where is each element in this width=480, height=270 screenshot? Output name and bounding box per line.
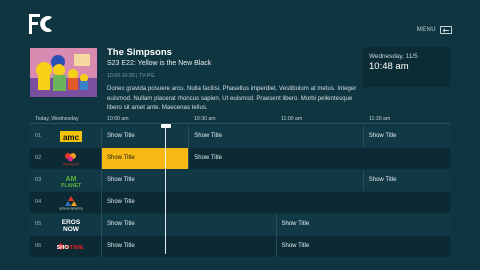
program-cell[interactable]: Show Title xyxy=(101,192,450,213)
time-bar: Today, Wednesday 10:00 am 10:30 am 11:00… xyxy=(30,113,450,125)
activity-tv-logo: ActivityTV xyxy=(57,151,85,167)
svg-text:ActivityTV: ActivityTV xyxy=(63,163,80,167)
channel-row: 01 amc Show Title Show Title Show Title xyxy=(30,126,450,147)
program-title: Show Title xyxy=(368,133,397,139)
program-title: Show Title xyxy=(281,243,310,249)
program-cell[interactable]: Show Title xyxy=(362,126,450,147)
svg-text:NOW: NOW xyxy=(63,226,80,232)
antena-america-logo: antena america xyxy=(57,195,85,211)
animal-planet-logo: AM PLANET xyxy=(57,173,85,189)
show-description: Donec gravida posuere arcu. Nulla facili… xyxy=(107,85,357,111)
program-cell[interactable]: Show Title xyxy=(101,170,363,191)
program-title: Show Title xyxy=(107,243,135,249)
channel-cell[interactable]: 06 WTIME SHO xyxy=(30,236,101,257)
program-cell[interactable]: Show Title xyxy=(188,126,363,147)
episode-title: S23 E22: Yellow is the New Black xyxy=(107,60,212,67)
program-title: Show Title xyxy=(107,221,135,227)
program-cell[interactable]: Show Title xyxy=(101,214,276,235)
svg-text:PLANET: PLANET xyxy=(61,183,81,188)
channel-row: 04 antena america Show Title xyxy=(30,192,450,213)
program-cell[interactable]: Show Title xyxy=(188,148,450,169)
menu-label: MENU xyxy=(416,27,436,33)
showtime-logo: WTIME SHO xyxy=(56,239,85,254)
program-cell[interactable]: Show Title xyxy=(362,170,450,191)
channel-cell[interactable]: 01 amc xyxy=(30,126,101,147)
current-date: Wednesday, 11/5 xyxy=(369,53,418,60)
current-time: 10:48 am xyxy=(369,61,409,72)
app-logo xyxy=(28,13,54,35)
channel-number: 05 xyxy=(35,221,42,227)
now-indicator-line xyxy=(165,128,166,254)
svg-text:AM: AM xyxy=(66,176,77,183)
time-slot-label: 10:30 am xyxy=(194,116,216,122)
time-slot-label: 11:00 am xyxy=(281,116,303,122)
channel-cell[interactable]: 02 ActivityTV xyxy=(30,148,101,169)
program-title: Show Title xyxy=(194,155,222,161)
channel-cell[interactable]: 04 antena america xyxy=(30,192,101,213)
program-cell[interactable]: Show Title xyxy=(101,236,276,257)
program-title: Show Title xyxy=(107,199,135,205)
amc-logo: amc xyxy=(57,129,85,144)
time-slot-label: 11:30 am xyxy=(369,116,391,122)
menu-button[interactable]: MENU xyxy=(417,26,452,34)
svg-text:SHO: SHO xyxy=(57,245,69,251)
channel-row: 03 AM PLANET Show Title Show Title xyxy=(30,170,450,191)
channel-number: 06 xyxy=(35,243,42,249)
program-cell-selected[interactable]: Show Title xyxy=(101,148,189,169)
time-bar-divider xyxy=(30,123,450,124)
guide-grid: 01 amc Show Title Show Title Show Title 02 Act… xyxy=(30,126,450,258)
back-arrow-icon xyxy=(440,26,452,34)
today-label: Today, Wednesday xyxy=(35,116,79,122)
program-title: Show Title xyxy=(194,133,222,139)
program-title: Show Title xyxy=(368,177,397,183)
channel-number: 04 xyxy=(35,199,42,205)
channel-cell[interactable]: 05 EROS NOW xyxy=(30,214,101,235)
eros-now-logo: EROS NOW xyxy=(57,217,85,233)
svg-text:EROS: EROS xyxy=(62,219,81,226)
program-title: Show Title xyxy=(107,155,135,161)
fc-logo-icon xyxy=(29,14,52,34)
time-slot-label: 10:00 am xyxy=(107,116,129,122)
channel-number: 01 xyxy=(35,133,42,139)
airing-meta: 10:00-10:30 | TV-PG xyxy=(107,73,155,79)
svg-text:antena america: antena america xyxy=(59,207,82,211)
channel-cell[interactable]: 03 AM PLANET xyxy=(30,170,101,191)
clock-panel: Wednesday, 11/5 10:48 am xyxy=(363,47,450,87)
program-title: Show Title xyxy=(107,133,135,139)
channel-row: 06 WTIME SHO Show Title Show Title xyxy=(30,236,450,257)
channel-number: 02 xyxy=(35,155,42,161)
now-indicator-badge xyxy=(161,124,171,128)
program-cell[interactable]: Show Title xyxy=(275,214,451,235)
svg-text:amc: amc xyxy=(63,133,80,142)
channel-row: 05 EROS NOW Show Title Show Title xyxy=(30,214,450,235)
program-cell[interactable]: Show Title xyxy=(275,236,451,257)
channel-number: 03 xyxy=(35,177,42,183)
show-thumbnail xyxy=(30,48,97,97)
program-cell[interactable]: Show Title xyxy=(101,126,188,147)
channel-row: 02 ActivityTV Show Title Show Title xyxy=(30,148,450,169)
program-title: Show Title xyxy=(107,177,135,183)
featured-info: The Simpsons S23 E22: Yellow is the New … xyxy=(107,47,362,113)
program-title: Show Title xyxy=(281,221,310,227)
show-title: The Simpsons xyxy=(107,47,172,58)
